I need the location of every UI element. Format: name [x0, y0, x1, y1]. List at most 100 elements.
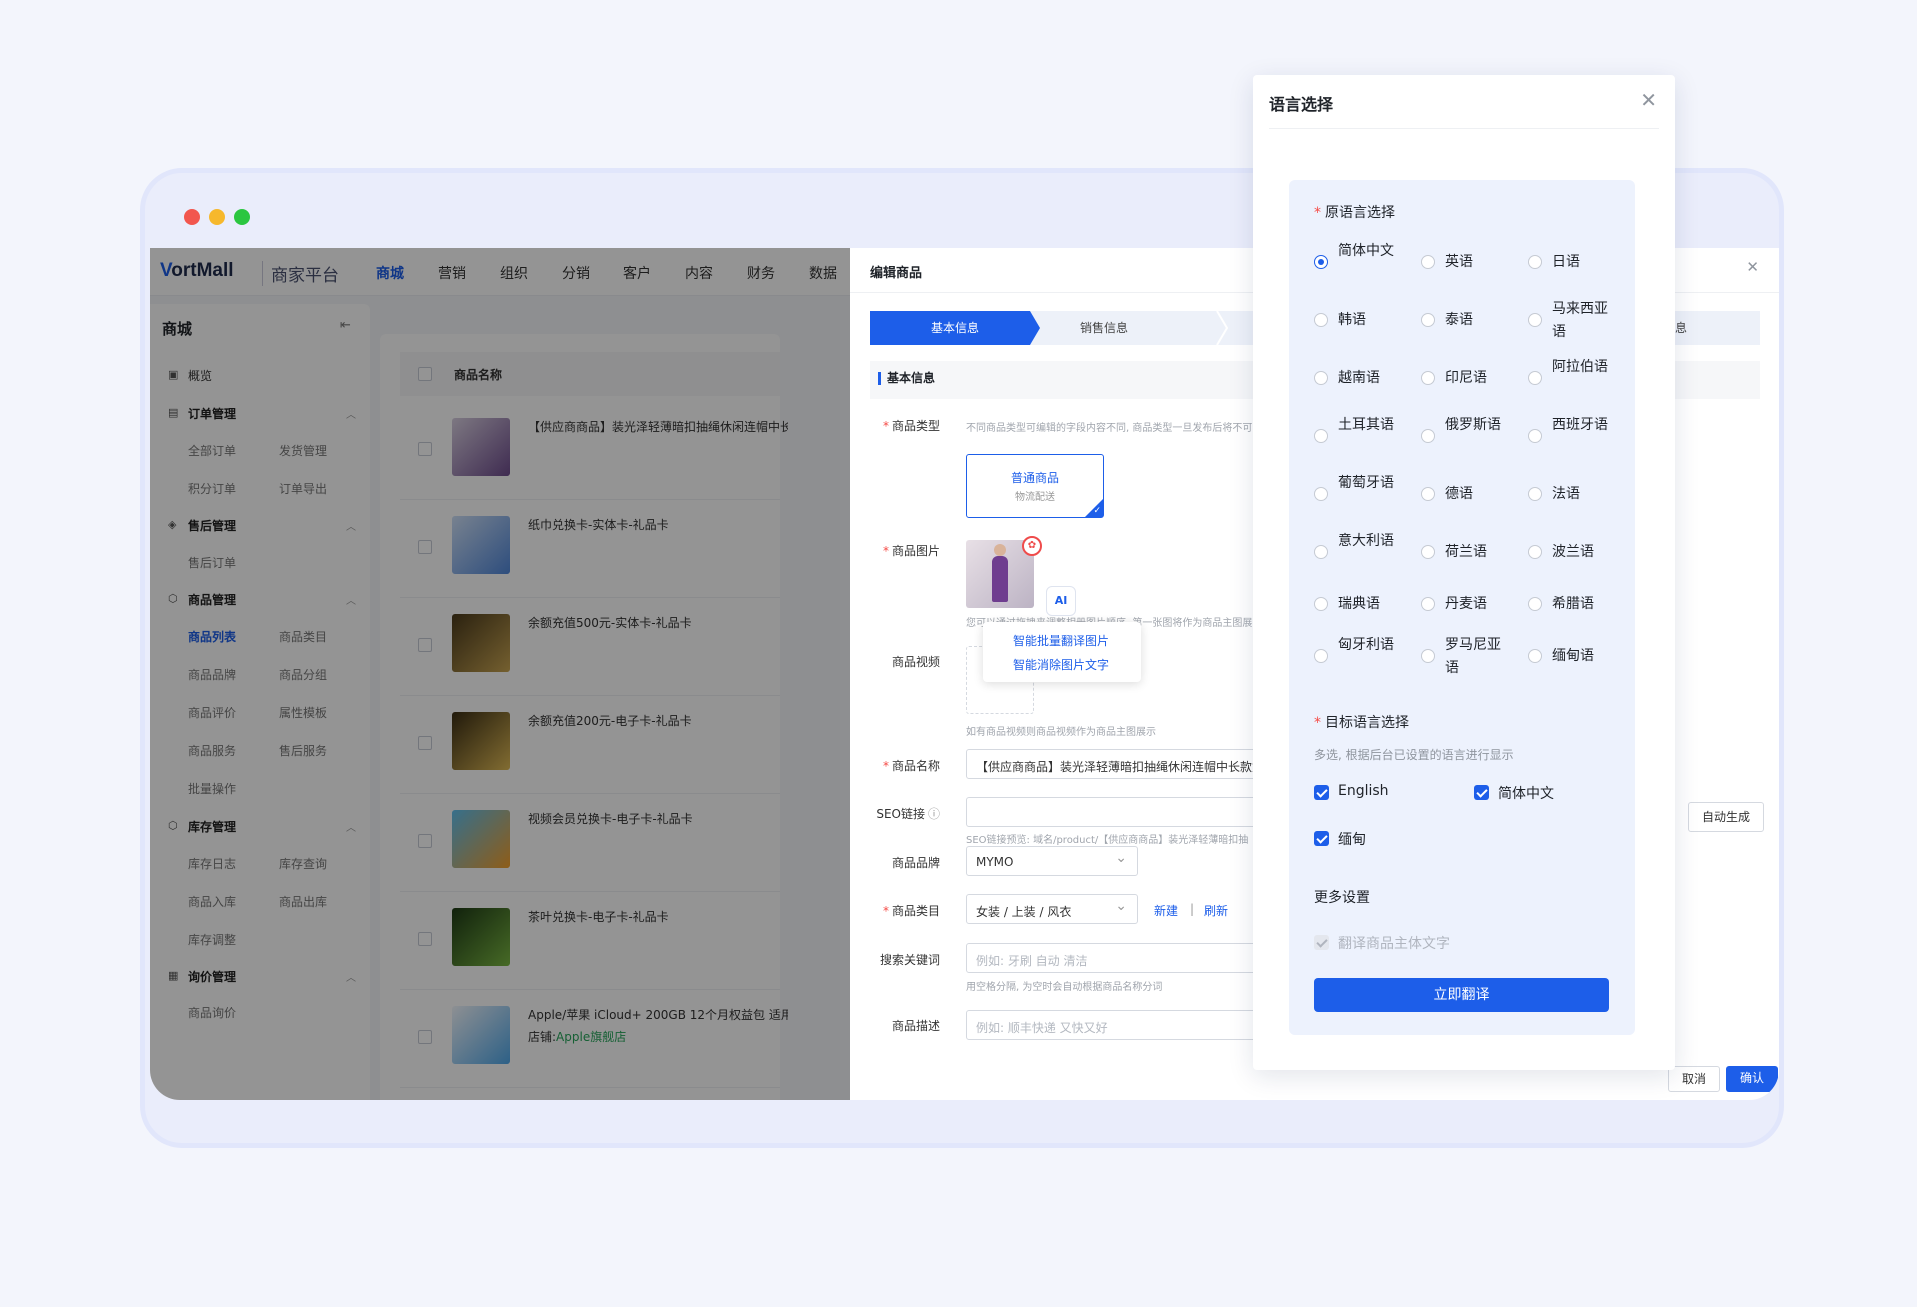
- step-basic-info[interactable]: 基本信息: [870, 311, 1040, 345]
- lang-label[interactable]: 瑞典语: [1338, 593, 1396, 616]
- category-select[interactable]: 女装 / 上装 / 风衣: [966, 894, 1138, 924]
- close-window-dot[interactable]: [184, 209, 200, 225]
- radio-lang-th[interactable]: [1421, 313, 1435, 327]
- help-icon[interactable]: ⓘ: [928, 807, 940, 821]
- divider: [1269, 128, 1659, 129]
- radio-lang-de[interactable]: [1421, 487, 1435, 501]
- description-input[interactable]: 例如: 顺丰快递 又快又好: [966, 1010, 1266, 1040]
- product-name-input[interactable]: 【供应商商品】装光泽轻薄暗扣抽绳休闲连帽中长款女: [966, 749, 1266, 779]
- keyword-hint: 用空格分隔, 为空时会自动根据商品名称分词: [966, 982, 1163, 993]
- lang-label[interactable]: 匈牙利语: [1338, 634, 1396, 657]
- brand-select[interactable]: MYMO: [966, 846, 1138, 876]
- lang-label[interactable]: 缅甸语: [1552, 645, 1610, 668]
- radio-lang-pt[interactable]: [1314, 487, 1328, 501]
- lang-label[interactable]: 波兰语: [1552, 541, 1610, 564]
- radio-lang-es[interactable]: [1528, 429, 1542, 443]
- radio-lang-nl[interactable]: [1421, 545, 1435, 559]
- language-modal: 语言选择 ✕ * 原语言选择 简体中文 英语 日语 韩语 泰语 马来西亚语 越南语…: [1253, 75, 1675, 1070]
- lang-label[interactable]: 印尼语: [1445, 367, 1503, 390]
- image-figure-head: [994, 544, 1006, 556]
- radio-lang-ms[interactable]: [1528, 313, 1542, 327]
- lang-label[interactable]: 法语: [1552, 483, 1610, 506]
- lang-label[interactable]: 意大利语: [1338, 530, 1396, 553]
- confirm-button[interactable]: 确认: [1726, 1066, 1778, 1092]
- source-language-title: * 原语言选择: [1314, 205, 1395, 221]
- lang-label[interactable]: 土耳其语: [1338, 414, 1396, 437]
- checkbox-target-zh[interactable]: [1474, 785, 1489, 800]
- radio-lang-fr[interactable]: [1528, 487, 1542, 501]
- maximize-window-dot[interactable]: [234, 209, 250, 225]
- image-label: * 商品图片: [882, 544, 940, 558]
- lang-label[interactable]: 德语: [1445, 483, 1503, 506]
- menu-item-translate-images[interactable]: 智能批量翻译图片: [1013, 632, 1109, 649]
- type-hint: 不同商品类型可编辑的字段内容不同, 商品类型一旦发布后将不可: [966, 423, 1253, 434]
- section-title: 基本信息: [878, 372, 935, 385]
- lang-label[interactable]: 荷兰语: [1445, 541, 1503, 564]
- radio-lang-da[interactable]: [1421, 597, 1435, 611]
- lang-label[interactable]: 希腊语: [1552, 593, 1610, 616]
- lang-label[interactable]: 西班牙语: [1552, 414, 1610, 437]
- radio-lang-ja[interactable]: [1528, 255, 1542, 269]
- seo-input[interactable]: [966, 797, 1266, 827]
- target-language-title: * 目标语言选择: [1314, 715, 1409, 731]
- close-icon[interactable]: ✕: [1746, 258, 1759, 276]
- radio-lang-vi[interactable]: [1314, 371, 1328, 385]
- type-card-subtitle: 物流配送: [1015, 492, 1055, 503]
- type-card-normal[interactable]: 普通商品 物流配送 ✓: [966, 454, 1104, 518]
- lang-label[interactable]: 泰语: [1445, 309, 1503, 332]
- lang-label[interactable]: 马来西亚语: [1552, 298, 1610, 344]
- translate-now-button[interactable]: 立即翻译: [1314, 978, 1609, 1012]
- radio-lang-tr[interactable]: [1314, 429, 1328, 443]
- step-sales-info[interactable]: 销售信息: [1080, 311, 1128, 345]
- lang-label[interactable]: 丹麦语: [1445, 593, 1503, 616]
- remove-image-icon[interactable]: ✿: [1022, 536, 1042, 556]
- description-label: 商品描述: [891, 1019, 940, 1033]
- drawer-title: 编辑商品: [870, 266, 923, 281]
- radio-lang-zh[interactable]: [1314, 255, 1328, 269]
- modal-overlay[interactable]: [150, 248, 850, 1100]
- more-settings-title: 更多设置: [1314, 890, 1370, 906]
- refresh-category-link[interactable]: 刷新: [1204, 902, 1228, 919]
- radio-lang-my[interactable]: [1528, 649, 1542, 663]
- radio-lang-ro[interactable]: [1421, 649, 1435, 663]
- target-label[interactable]: 简体中文: [1498, 783, 1554, 803]
- lang-label[interactable]: 葡萄牙语: [1338, 472, 1396, 495]
- lang-label[interactable]: 日语: [1552, 251, 1610, 274]
- radio-lang-sv[interactable]: [1314, 597, 1328, 611]
- lang-label[interactable]: 韩语: [1338, 309, 1396, 332]
- auto-generate-button[interactable]: 自动生成: [1688, 802, 1764, 832]
- lang-label[interactable]: 简体中文: [1338, 240, 1396, 263]
- radio-lang-id[interactable]: [1421, 371, 1435, 385]
- lang-label[interactable]: 英语: [1445, 251, 1503, 274]
- ai-icon[interactable]: AI: [1046, 586, 1076, 616]
- target-language-hint: 多选, 根据后台已设置的语言进行显示: [1314, 748, 1514, 762]
- lang-label[interactable]: 俄罗斯语: [1445, 414, 1503, 437]
- close-icon[interactable]: ✕: [1640, 88, 1657, 112]
- radio-lang-it[interactable]: [1314, 545, 1328, 559]
- radio-lang-ru[interactable]: [1421, 429, 1435, 443]
- lang-label[interactable]: 罗马尼亚语: [1445, 634, 1503, 680]
- radio-lang-el[interactable]: [1528, 597, 1542, 611]
- step-other-info[interactable]: 息: [1675, 311, 1687, 345]
- minimize-window-dot[interactable]: [209, 209, 225, 225]
- radio-lang-ko[interactable]: [1314, 313, 1328, 327]
- radio-lang-ar[interactable]: [1528, 371, 1542, 385]
- target-label[interactable]: 缅甸: [1338, 829, 1366, 849]
- lang-label[interactable]: 越南语: [1338, 367, 1396, 390]
- radio-lang-hu[interactable]: [1314, 649, 1328, 663]
- lang-label[interactable]: 阿拉伯语: [1552, 356, 1610, 379]
- translate-main-label: 翻译商品主体文字: [1338, 936, 1450, 952]
- checkbox-target-my[interactable]: [1314, 831, 1329, 846]
- language-panel: * 原语言选择 简体中文 英语 日语 韩语 泰语 马来西亚语 越南语 印尼语 阿拉…: [1289, 180, 1635, 1035]
- menu-item-erase-text[interactable]: 智能消除图片文字: [1013, 656, 1109, 673]
- radio-lang-pl[interactable]: [1528, 545, 1542, 559]
- new-category-link[interactable]: 新建: [1154, 902, 1178, 919]
- modal-title: 语言选择: [1269, 95, 1334, 114]
- video-hint: 如有商品视频则商品视频作为商品主图展示: [966, 727, 1156, 738]
- target-label[interactable]: English: [1338, 783, 1389, 799]
- keyword-input[interactable]: 例如: 牙刷 自动 清洁: [966, 943, 1266, 973]
- checkbox-target-en[interactable]: [1314, 785, 1329, 800]
- radio-lang-en[interactable]: [1421, 255, 1435, 269]
- seo-hint: SEO链接预览: 域名/product/【供应商商品】装光泽轻薄暗扣抽: [966, 835, 1249, 846]
- cancel-button[interactable]: 取消: [1668, 1066, 1720, 1092]
